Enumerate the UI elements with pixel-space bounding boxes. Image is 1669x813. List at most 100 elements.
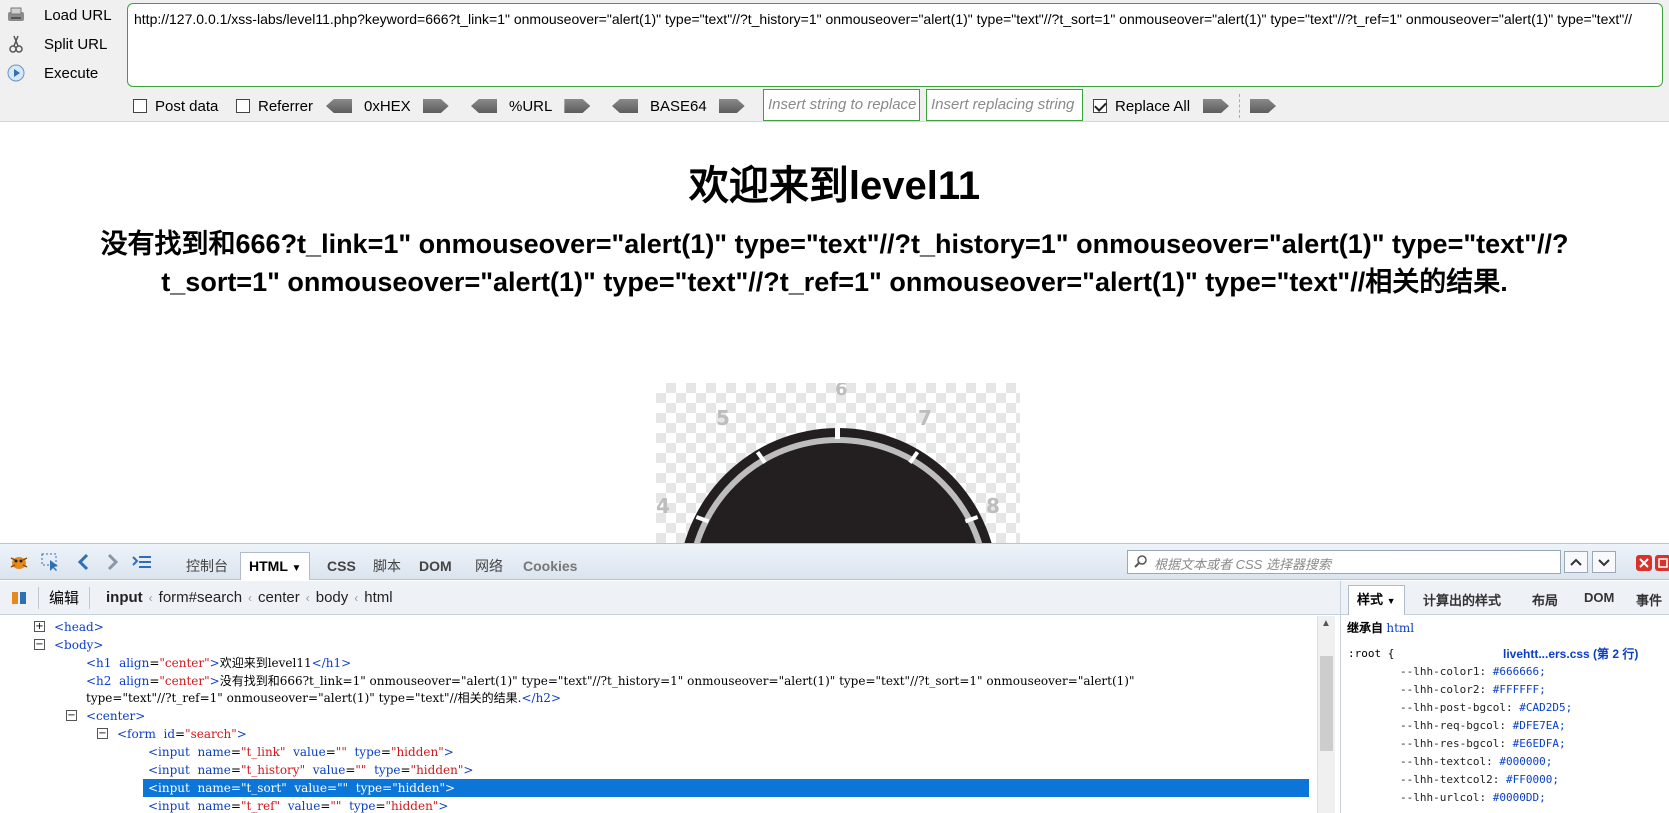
crumb-body[interactable]: body [316,589,349,606]
tree-node-h1[interactable]: <h1 align="center">欢迎来到level11</h1> [0,654,1310,672]
clock-number-4: 4 [656,494,670,518]
load-url-icon [6,5,26,25]
firebug-icon[interactable] [8,552,30,572]
hackbar: Load URL Split URL Execute http://127.0.… [0,0,1669,122]
devtools-panel: 控制台 HTML ▼ CSS 脚本 DOM 网络 Cookies 根据文本或者 … [0,543,1669,813]
css-prop-row[interactable]: --lhh-res-bgcol: #E6EDFA; [1400,735,1566,753]
scrollbar-thumb[interactable] [1320,656,1333,751]
tab-console[interactable]: 控制台 [182,554,232,578]
collapse-icon[interactable]: − [97,728,108,739]
post-data-checkbox[interactable]: Post data [133,94,218,118]
tab-events[interactable]: 事件 [1636,590,1662,609]
crumb-center[interactable]: center [258,589,300,606]
search-prev-icon[interactable] [1564,551,1588,573]
detach-icon[interactable] [1655,555,1669,571]
tree-node-input-t-ref[interactable]: <input name="t_ref" value="" type="hidde… [0,797,1310,813]
css-prop-row[interactable]: --lhh-color2: #FFFFFF; [1400,681,1546,699]
edit-button[interactable]: 编辑 [49,587,79,608]
referrer-check[interactable] [236,99,250,113]
tree-node-input-t-history[interactable]: <input name="t_history" value="" type="h… [0,761,1310,779]
tab-computed[interactable]: 计算出的样式 [1423,590,1501,609]
replace-all-label: Replace All [1115,97,1191,115]
base64-group: BASE64 [612,94,745,118]
load-url-label: Load URL [44,6,112,24]
url-encode-group: %URL [471,94,591,118]
replace-right-icon[interactable] [1203,99,1229,113]
css-prop-row[interactable]: --lhh-textcol2: #FF0000; [1400,771,1559,789]
split-url-label: Split URL [44,35,108,53]
collapse-icon[interactable]: − [34,639,45,650]
post-data-check[interactable] [133,99,147,113]
crumb-form[interactable]: form#search [159,589,242,606]
url-decode-icon[interactable] [471,99,497,113]
tab-cookies[interactable]: Cookies [519,554,581,578]
tree-node-h2[interactable]: <h2 align="center">没有找到和666?t_link=1" on… [0,672,1310,690]
side-tabs: 样式 ▼ 计算出的样式 布局 DOM 事件 [1341,581,1669,615]
referrer-label: Referrer [258,97,314,115]
referrer-checkbox[interactable]: Referrer [236,94,313,118]
url-encode-icon[interactable] [564,99,591,113]
inherited-header: 继承自 html [1347,621,1415,635]
html-tree-scrollbar[interactable]: ▲ [1317,616,1335,813]
replacing-string-input[interactable]: Insert replacing string [926,89,1083,121]
forward-icon[interactable] [101,552,123,572]
css-prop-row[interactable]: --lhh-req-bgcol: #DFE7EA; [1400,717,1566,735]
rule-source-link[interactable]: livehtt...ers.css (第 2 行) [1503,645,1638,663]
hex-label: 0xHEX [364,97,411,115]
expand-icon[interactable]: + [34,621,45,632]
search-next-icon[interactable] [1592,551,1616,573]
replace-string-input[interactable]: Insert string to replace [763,89,920,121]
rule-selector[interactable]: :root { [1348,645,1394,663]
css-prop-row[interactable]: --lhh-urlcol: #0000DD; [1400,789,1546,807]
page-title: 欢迎来到level11 [688,164,981,208]
css-prop-row[interactable]: --lhh-post-bgcol: #CAD2D5; [1400,699,1572,717]
tree-node-head[interactable]: + <head> [0,618,1310,636]
crumb-html[interactable]: html [364,589,392,606]
hex-encode-icon[interactable] [422,99,449,113]
tab-side-dom[interactable]: DOM [1584,590,1614,605]
base64-encode-icon[interactable] [718,99,745,113]
url-textarea[interactable]: http://127.0.0.1/xss-labs/level11.php?ke… [127,3,1663,87]
chevron-down-icon: ▼ [291,563,302,574]
replace-all-check[interactable] [1093,99,1107,113]
close-icon[interactable] [1636,555,1652,571]
clock-number-5: 5 [716,406,730,430]
clock-number-8: 8 [986,494,1000,518]
tab-html-label: HTML [249,558,288,574]
tree-node-center[interactable]: − <center> [0,707,1310,725]
command-line-icon[interactable] [131,552,153,572]
tree-node-input-t-sort-selected[interactable]: <input name="t_sort" value="" type="hidd… [143,779,1309,797]
split-url-button[interactable]: Split URL [6,31,124,57]
style-rules: 继承自 html :root { livehtt...ers.css (第 2 … [1341,616,1669,813]
devtools-search-input[interactable]: 根据文本或者 CSS 选择器搜索 [1127,550,1561,574]
html-panel-icon[interactable] [10,589,28,607]
devtools-toolbar: 控制台 HTML ▼ CSS 脚本 DOM 网络 Cookies 根据文本或者 … [0,544,1669,580]
tab-script[interactable]: 脚本 [369,554,405,578]
tree-node-input-t-link[interactable]: <input name="t_link" value="" type="hidd… [0,743,1310,761]
execute-button[interactable]: Execute [6,60,124,86]
css-prop-row[interactable]: --lhh-textcol: #000000; [1400,753,1552,771]
back-icon[interactable] [73,552,95,572]
css-prop-row[interactable]: --lhh-color1: #666666; [1400,663,1546,681]
tab-layout[interactable]: 布局 [1532,590,1558,609]
replace-all-checkbox[interactable]: Replace All [1093,94,1190,118]
collapse-icon[interactable]: − [66,710,77,721]
replace-run-group [1203,94,1276,118]
base64-decode-icon[interactable] [612,99,638,113]
crumb-input[interactable]: input [106,589,143,606]
scroll-up-icon[interactable]: ▲ [1321,618,1331,629]
tab-style[interactable]: 样式 ▼ [1348,585,1405,615]
load-url-button[interactable]: Load URL [6,2,124,28]
tab-net[interactable]: 网络 [471,554,507,578]
inspect-icon[interactable] [40,552,62,572]
tree-node-body[interactable]: − <body> [0,636,1310,654]
tab-css[interactable]: CSS [323,554,360,578]
clock-number-7: 7 [918,406,932,430]
page-content: 欢迎来到level11 没有找到和666?t_link=1" onmouseov… [0,123,1669,666]
tree-node-form[interactable]: − <form id="search"> [0,725,1310,743]
tab-dom[interactable]: DOM [415,554,456,578]
tree-node-h2-cont: type="text"//?t_ref=1" onmouseover="aler… [86,691,561,705]
tab-html[interactable]: HTML ▼ [240,552,311,580]
hex-decode-icon[interactable] [326,99,352,113]
replace-next-icon[interactable] [1250,99,1276,113]
